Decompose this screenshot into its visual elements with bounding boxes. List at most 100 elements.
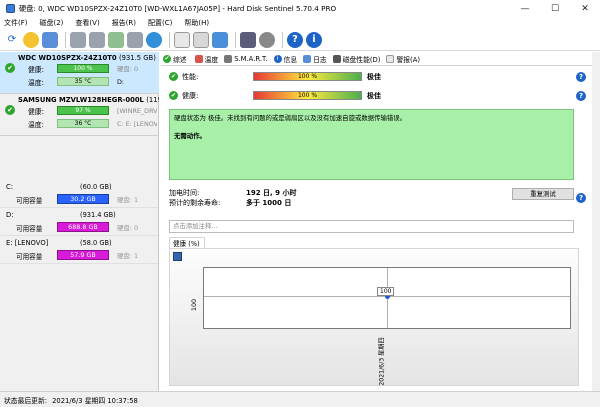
window-controls: — ☐ ✕ (510, 0, 600, 17)
free-space-bar: 57.9 GB (57, 250, 109, 260)
menu-file[interactable]: 文件(F) (4, 18, 28, 28)
save-icon[interactable] (173, 252, 182, 261)
disk-size: (931.5 GB) (119, 54, 156, 62)
data-label: 100 (377, 287, 395, 296)
volume-item-d[interactable]: D: (931.4 GB) 可用容量 688.8 GB 硬盘: 0 (0, 208, 158, 236)
tab-bar: ✔ 综述 温度 S.M.A.R.T. i 信息 日志 磁盘性能(D) 警报(A) (161, 52, 600, 66)
help-icon[interactable]: ? (576, 90, 586, 101)
ok-check-icon: ✔ (169, 91, 178, 100)
health-label: 健康: (28, 65, 44, 74)
toolbar-separator (169, 31, 170, 48)
globe-icon[interactable] (146, 31, 162, 48)
temp-bar: 35 °C (57, 77, 109, 86)
health-label: 健康: (182, 91, 199, 100)
drive-2-icon[interactable] (89, 31, 105, 48)
tab-log[interactable]: 日志 (303, 54, 327, 64)
toolbar: ⟳ ? i (0, 29, 600, 51)
panel-spacer (0, 136, 158, 180)
settings-icon[interactable] (259, 31, 275, 48)
report-icon[interactable] (42, 31, 58, 48)
disk-name: SAMSUNG MZVLW128HEGR-000L (18, 96, 144, 104)
minimize-button[interactable]: — (510, 0, 540, 17)
performance-row: ✔ 性能: 100 % 极佳 ? (169, 70, 599, 83)
retest-help: ? (169, 191, 599, 204)
disk-size: (119.2 G (146, 96, 159, 104)
performance-verdict: 极佳 (367, 72, 381, 81)
tab-temperature[interactable]: 温度 (194, 54, 218, 64)
tab-overview[interactable]: ✔ 综述 (161, 54, 189, 64)
volume-disk: 硬盘: 0 (117, 224, 139, 232)
menu-config[interactable]: 配置(C) (148, 18, 172, 28)
info-icon: i (273, 54, 282, 63)
health-row: ✔ 健康: 100 % 极佳 ? (169, 89, 599, 102)
disk-partitions: C: E: [LENOV (117, 119, 157, 128)
close-button[interactable]: ✕ (570, 0, 600, 17)
volume-name: D: (6, 211, 14, 219)
detail-panel: ✔ 综述 温度 S.M.A.R.T. i 信息 日志 磁盘性能(D) 警报(A) ✔… (161, 52, 600, 391)
disk-partition-label: [WINRE_DRV (117, 106, 157, 115)
ok-check-icon: ✔ (169, 72, 178, 81)
toolbar-separator (235, 31, 236, 48)
tab-performance[interactable]: 磁盘性能(D) (332, 54, 380, 64)
status-label: 状态最后更新: (4, 396, 48, 405)
free-space-label: 可用容量 (16, 253, 43, 261)
free-space-label: 可用容量 (16, 197, 43, 205)
vertical-scrollbar[interactable] (592, 52, 600, 391)
tab-alerts[interactable]: 警报(A) (386, 54, 420, 64)
maximize-button[interactable]: ☐ (540, 0, 570, 17)
menu-report[interactable]: 报告(R) (112, 18, 136, 28)
y-tick-label: 100 (190, 298, 199, 312)
screen-icon[interactable] (240, 31, 256, 48)
volume-disk: 硬盘: 1 (117, 196, 139, 204)
volume-name: E: [LENOVO] (6, 239, 49, 247)
help-icon[interactable]: ? (576, 71, 586, 82)
log-icon (303, 54, 312, 63)
drive-4-icon[interactable] (127, 31, 143, 48)
free-space-bar: 688.8 GB (57, 222, 109, 232)
help-icon[interactable]: ? (576, 192, 586, 203)
health-plot: 100 (203, 267, 571, 329)
check-icon: ✔ (163, 54, 171, 63)
health-bar: 100 % (57, 64, 109, 73)
free-space-label: 可用容量 (16, 225, 43, 233)
info-icon[interactable]: i (306, 31, 322, 48)
note-input[interactable]: 点击添加注释... (169, 220, 574, 233)
health-bar: 100 % (253, 91, 362, 100)
status-bar: 状态最后更新: 2021/6/3 星期四 10:37:58 (0, 391, 600, 407)
menu-disk[interactable]: 磁盘(2) (40, 18, 64, 28)
monitor-icon[interactable] (212, 31, 228, 48)
volume-size: (931.4 GB) (80, 211, 116, 219)
menu-view[interactable]: 查看(V) (75, 18, 99, 28)
document-icon[interactable] (174, 31, 190, 48)
drive-1-icon[interactable] (70, 31, 86, 48)
volume-item-c[interactable]: C: (60.0 GB) 可用容量 30.2 GB 硬盘: 1 (0, 180, 158, 208)
menu-help[interactable]: 帮助(H) (184, 18, 209, 28)
volume-size: (60.0 GB) (80, 183, 112, 191)
refresh-icon[interactable]: ⟳ (4, 32, 20, 48)
volume-size: (58.0 GB) (80, 239, 112, 247)
alert-icon (386, 54, 395, 63)
help-icon[interactable]: ? (287, 31, 303, 48)
disk-item-samsung[interactable]: SAMSUNG MZVLW128HEGR-000L (119.2 G ✔ 健康:… (0, 94, 159, 136)
disk-info-icon[interactable] (23, 31, 39, 48)
volume-name: C: (6, 183, 14, 191)
disk-temp-row: 温度: 35 °C D: (0, 75, 159, 88)
status-message: 硬盘状态为 极佳。未找到有问题的或是弱扇区以及没有加速自旋或数据传输错误。 (174, 114, 407, 122)
tab-info[interactable]: i 信息 (273, 54, 297, 64)
performance-icon (332, 54, 341, 63)
volume-item-e[interactable]: E: [LENOVO] (58.0 GB) 可用容量 57.9 GB 硬盘: 1 (0, 236, 158, 264)
temp-bar: 36 °C (57, 119, 109, 128)
toolbar-separator (65, 31, 66, 48)
drive-3-icon[interactable] (108, 31, 124, 48)
disk-partitions: D: (117, 77, 125, 86)
disk-item-wdc[interactable]: WDC WD10SPZX-24Z10T0 (931.5 GB) ✔ 健康: 10… (0, 52, 159, 94)
disk-health-row: 健康: 100 % 硬盘: 0 (0, 62, 159, 75)
health-verdict: 极佳 (367, 91, 381, 100)
thermometer-icon (194, 54, 203, 63)
health-graph-panel: 健康 (%) 100 100 2021/6/3 星期四 (169, 237, 579, 387)
copy-icon[interactable] (193, 31, 209, 48)
title-bar: 硬盘: 0, WDC WD10SPZX-24Z10T0 [WD-WXL1A67J… (0, 0, 600, 17)
performance-label: 性能: (182, 72, 199, 81)
graph-body: 100 100 2021/6/3 星期四 (169, 248, 579, 386)
tab-smart[interactable]: S.M.A.R.T. (224, 54, 268, 63)
